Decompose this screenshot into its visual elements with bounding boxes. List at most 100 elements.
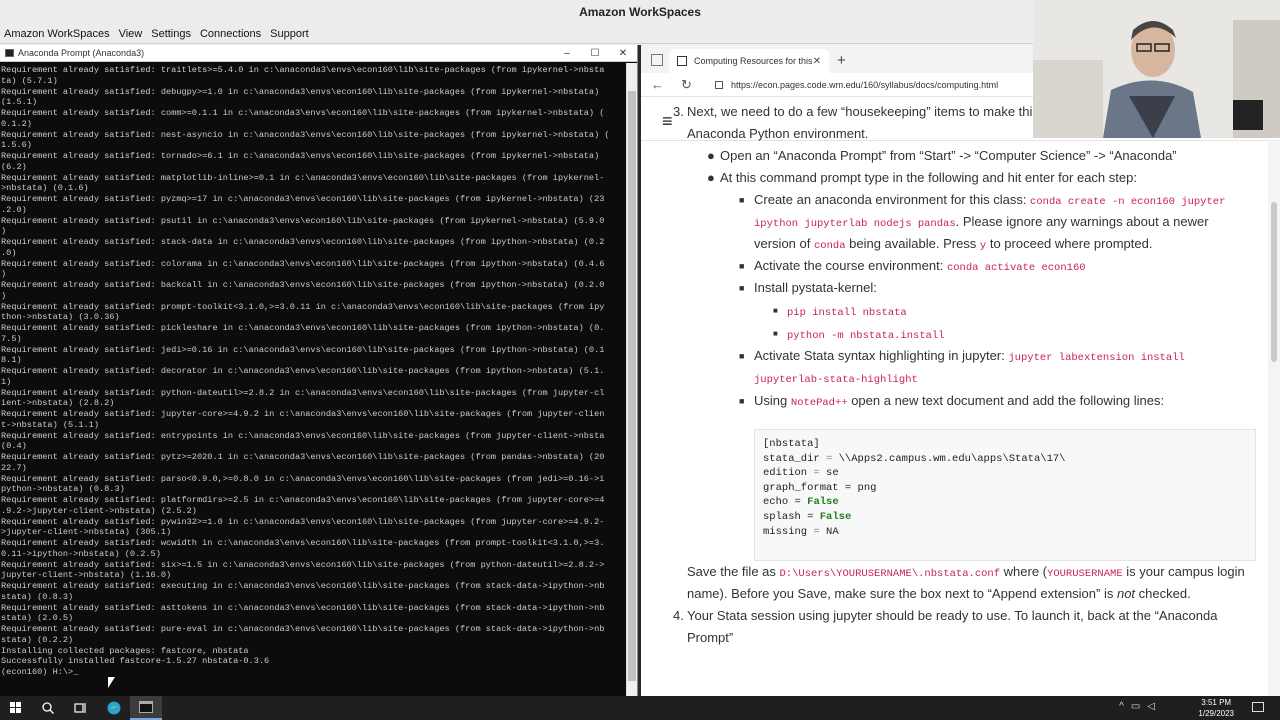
text: checked. [1135, 586, 1191, 601]
url-field[interactable]: https://econ.pages.code.wm.edu/160/sylla… [731, 80, 998, 90]
minimize-button[interactable]: – [553, 48, 581, 59]
menu-amazon-workspaces[interactable]: Amazon WorkSpaces [4, 28, 110, 40]
tab-close-icon[interactable]: ✕ [813, 56, 821, 67]
terminal-line: Requirement already satisfied: jedi>=0.1… [1, 344, 605, 355]
terminal-line: Requirement already satisfied: psutil in… [1, 215, 605, 226]
config-line: edition = se [763, 466, 1247, 481]
text: name). Before you Save, make sure the bo… [687, 586, 1117, 601]
bullet-small-square: ■ [773, 329, 778, 338]
terminal-line: 8.1) [1, 355, 22, 366]
task-view-button[interactable] [64, 696, 96, 720]
start-button[interactable] [0, 696, 32, 720]
config-value: se [819, 467, 839, 480]
bullet-circle: ● [707, 148, 715, 163]
config-key: missing [763, 525, 814, 538]
config-line: splash = False [763, 510, 1247, 525]
step-3-line-2: Anaconda Python environment. [687, 126, 869, 141]
terminal-line: Requirement already satisfied: jupyter-c… [1, 409, 605, 419]
terminal-line: python->nbstata) (0.8.3) [1, 484, 125, 495]
config-value: \\Apps2.campus.wm.edu\apps\Stata\17\ [832, 452, 1066, 465]
bullet-square: ■ [739, 261, 745, 271]
bullet-small-square: ■ [773, 306, 778, 315]
inline-code: ipython jupyterlab nodejs pandas [754, 218, 956, 230]
anaconda-prompt-window[interactable]: Anaconda Prompt (Anaconda3) – ☐ ✕ Requir… [0, 45, 638, 696]
emphasis: not [1116, 586, 1136, 601]
tab-title: Computing Resources for this C... [694, 56, 813, 66]
terminal-line: Requirement already satisfied: nest-asyn… [1, 129, 610, 140]
save-instructions-line-1: Save the file as D:\Users\YOURUSERNAME\.… [687, 561, 1245, 585]
maximize-button[interactable]: ☐ [581, 48, 609, 59]
config-line: echo = False [763, 495, 1247, 510]
inline-code: YOURUSERNAME [1047, 568, 1123, 580]
network-icon[interactable]: ▭ [1131, 701, 1147, 712]
search-button[interactable] [32, 696, 64, 720]
text: is your campus login [1122, 564, 1245, 579]
config-line: [nbstata] [763, 438, 820, 450]
terminal-line: .2.0) [1, 204, 27, 215]
terminal-title-bar[interactable]: Anaconda Prompt (Anaconda3) – ☐ ✕ [0, 45, 637, 62]
terminal-line: Requirement already satisfied: tornado>=… [1, 151, 600, 161]
page-content: 3. Next, we need to do a few “housekeepi… [641, 97, 1268, 651]
terminal-line: Requirement already satisfied: traitlets… [1, 65, 605, 75]
terminal-line: 0.11->ipython->nbstata) (0.2.5) [1, 548, 161, 559]
tray-chevron-icon[interactable]: ^ [1119, 701, 1131, 712]
config-code-block[interactable]: [nbstata] stata_dir = \\Apps2.campus.wm.… [754, 429, 1256, 561]
edge-taskbar-button[interactable] [98, 696, 130, 720]
reload-button[interactable]: ↻ [681, 77, 711, 93]
page-scrollbar[interactable] [1268, 142, 1280, 696]
config-value: png [851, 481, 877, 494]
terminal-line: jupyter-client->nbstata) (1.16.0) [1, 570, 172, 581]
text: Activate the course environment: [754, 258, 947, 273]
terminal-line: Requirement already satisfied: picklesha… [1, 323, 605, 333]
search-icon [42, 702, 54, 714]
step-create-env-line-3: version of conda being available. Press … [754, 233, 1152, 257]
inline-code: conda [813, 240, 846, 252]
terminal-line: (6.2) [1, 161, 27, 172]
webcam-person-image [1033, 0, 1280, 138]
terminal-taskbar-button[interactable] [130, 696, 162, 720]
tab-computing-resources[interactable]: Computing Resources for this C... ✕ [669, 49, 829, 73]
step-4-line-2: Prompt” [687, 630, 734, 645]
terminal-line: stata) (2.0.5) [1, 613, 74, 624]
text: Using [754, 393, 791, 408]
inline-code: NotePad++ [790, 397, 848, 409]
config-key: graph_format [763, 481, 845, 494]
step-open-prompt: Open an “Anaconda Prompt” from “Start” -… [720, 148, 1177, 163]
close-button[interactable]: ✕ [609, 48, 637, 59]
menu-connections[interactable]: Connections [200, 28, 261, 40]
menu-settings[interactable]: Settings [151, 28, 191, 40]
step-create-env-line-1: Create an anaconda environment for this … [754, 189, 1225, 213]
terminal-scrollbar-thumb[interactable] [628, 91, 636, 681]
back-button[interactable]: ← [651, 77, 681, 92]
page-scrollbar-thumb[interactable] [1271, 202, 1277, 362]
windows-logo-icon [10, 702, 21, 713]
step-highlight-line-1: Activate Stata syntax highlighting in ju… [754, 345, 1185, 369]
config-value: False [807, 496, 839, 509]
terminal-scrollbar[interactable] [626, 63, 637, 696]
config-key: edition [763, 467, 814, 480]
notifications-icon[interactable] [1252, 702, 1264, 712]
new-tab-button[interactable]: + [837, 52, 846, 69]
terminal-line: Installing collected packages: fastcore,… [1, 645, 249, 656]
text: Activate Stata syntax highlighting in ju… [754, 348, 1009, 363]
taskbar-clock[interactable]: 3:51 PM 1/29/2023 [1198, 697, 1234, 719]
terminal-line: Requirement already satisfied: debugpy>=… [1, 86, 600, 97]
config-value: NA [819, 525, 839, 538]
menu-support[interactable]: Support [270, 28, 309, 40]
config-line: graph_format = png [763, 481, 1247, 496]
terminal-line: ) [1, 226, 7, 237]
config-line: stata_dir = \\Apps2.campus.wm.edu\apps\S… [763, 452, 1247, 467]
terminal-line: >jupyter-client->nbstata) (305.1) [1, 527, 172, 538]
menu-view[interactable]: View [119, 28, 143, 40]
volume-icon[interactable]: ◁ [1147, 701, 1162, 712]
config-key: splash [763, 510, 808, 523]
bullet-square: ■ [739, 396, 745, 406]
terminal-line: Requirement already satisfied: matplotli… [1, 172, 605, 183]
tab-actions-icon[interactable] [651, 54, 663, 66]
config-key: echo [763, 496, 795, 509]
inline-code: jupyterlab-stata-highlight [754, 374, 918, 386]
cmd-pip-install: pip install nbstata [787, 300, 907, 324]
terminal-output[interactable]: Requirement already satisfied: traitlets… [0, 63, 626, 696]
text: version of [754, 236, 814, 251]
terminal-line: Requirement already satisfied: wcwidth i… [1, 538, 605, 548]
